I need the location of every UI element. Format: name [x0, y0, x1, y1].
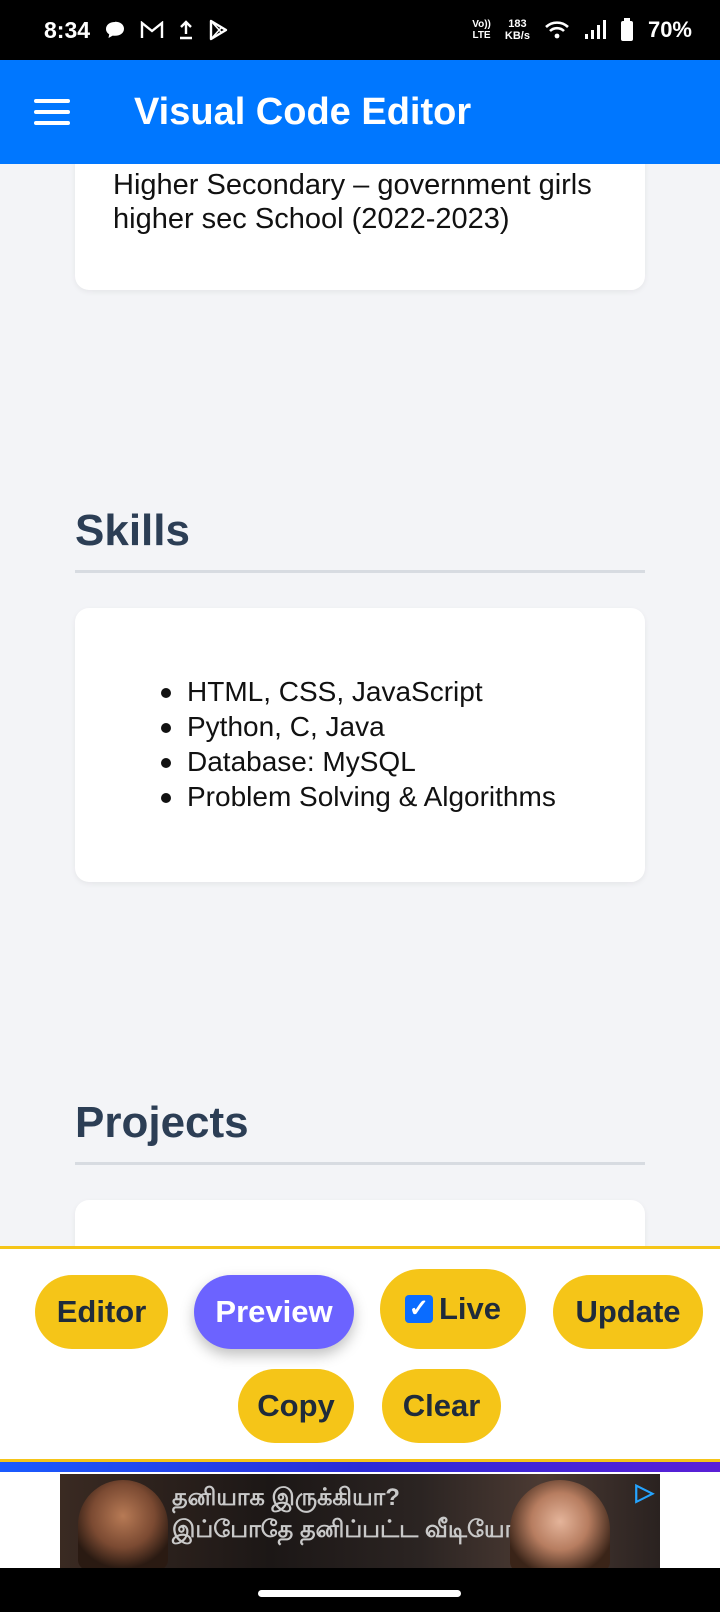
home-gesture-handle[interactable] [258, 1590, 461, 1597]
ad-strip [0, 1462, 720, 1472]
volte-indicator: Vo)) LTE [472, 19, 491, 41]
app-title: Visual Code Editor [134, 90, 472, 133]
net-speed-value: 183 [508, 18, 527, 30]
volte-bottom: LTE [472, 30, 491, 41]
play-store-icon [208, 19, 228, 41]
preview-button[interactable]: Preview [194, 1275, 354, 1349]
status-time: 8:34 [44, 16, 91, 43]
skills-heading: Skills [75, 506, 645, 573]
skills-card: HTML, CSS, JavaScript Python, C, Java Da… [75, 608, 645, 882]
ad-portrait-left [78, 1480, 168, 1568]
clear-button[interactable]: Clear [382, 1369, 501, 1443]
battery-icon [620, 18, 634, 42]
signal-icon [584, 20, 606, 40]
navigation-bar [0, 1568, 720, 1612]
list-item: HTML, CSS, JavaScript [161, 674, 645, 709]
status-left: 8:34 [44, 17, 228, 44]
ad-line-1: தனியாக இருக்கியா? [172, 1484, 400, 1511]
volte-top: Vo)) [472, 19, 491, 30]
bottom-toolbar: Editor Preview ✓ Live Update Copy Clear [0, 1246, 720, 1462]
ad-image[interactable]: தனியாக இருக்கியா? இப்போதே தனிப்பட்ட வீடி… [60, 1474, 660, 1568]
update-button[interactable]: Update [553, 1275, 703, 1349]
chat-icon [104, 20, 126, 40]
upload-icon [178, 20, 194, 40]
education-line-1: Higher Secondary – government girls [113, 169, 592, 201]
education-card: Higher Secondary – government girls high… [75, 164, 645, 290]
live-label: Live [438, 1291, 502, 1326]
menu-line [34, 99, 70, 103]
gmail-icon [140, 21, 164, 39]
menu-line [34, 121, 70, 125]
skills-list: HTML, CSS, JavaScript Python, C, Java Da… [161, 674, 645, 814]
list-item: Python, C, Java [161, 709, 645, 744]
battery-percent: 70% [647, 17, 692, 42]
list-item: Database: MySQL [161, 744, 645, 779]
net-speed: 183 KB/s [505, 18, 530, 42]
status-right: Vo)) LTE 183 KB/s 70% [472, 17, 692, 43]
live-checkbox[interactable]: ✓ [404, 1295, 433, 1323]
projects-card [75, 1200, 645, 1246]
ad-banner[interactable]: தனியாக இருக்கியா? இப்போதே தனிப்பட்ட வீடி… [0, 1472, 720, 1568]
menu-line [34, 110, 70, 114]
ad-line-2: இப்போதே தனிப்பட்ட வீடியோ [172, 1516, 518, 1543]
ad-choices-icon[interactable]: ▷ [636, 1478, 654, 1507]
preview-content[interactable]: Higher Secondary – government girls high… [0, 164, 720, 1246]
editor-button[interactable]: Editor [35, 1275, 168, 1349]
net-speed-unit: KB/s [504, 30, 530, 42]
live-toggle[interactable]: ✓ Live [380, 1269, 526, 1349]
ad-portrait-right [510, 1480, 610, 1568]
status-bar: 8:34 Vo)) LTE 183 KB/s 70% [0, 0, 720, 60]
wifi-icon [544, 20, 570, 40]
ad-text: தனியாக இருக்கியா? இப்போதே தனிப்பட்ட வீடி… [172, 1482, 517, 1546]
projects-heading: Projects [75, 1098, 645, 1165]
app-bar: Visual Code Editor [0, 60, 720, 164]
hamburger-menu-icon[interactable] [34, 99, 70, 125]
copy-button[interactable]: Copy [238, 1369, 354, 1443]
list-item: Problem Solving & Algorithms [161, 779, 645, 814]
education-line-2: higher sec School (2022-2023) [113, 203, 510, 235]
